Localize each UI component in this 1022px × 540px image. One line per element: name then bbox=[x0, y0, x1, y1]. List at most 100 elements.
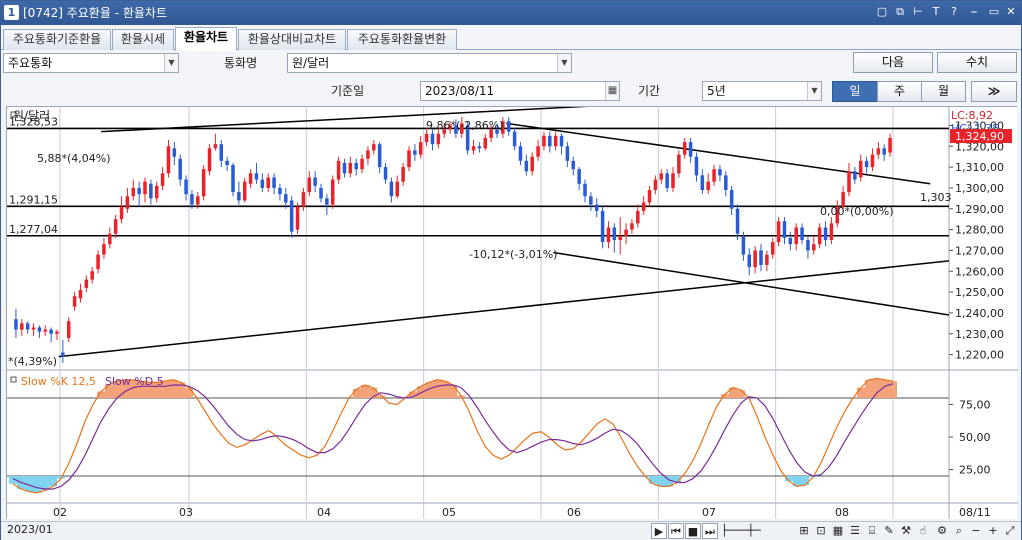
candle-body bbox=[184, 179, 188, 195]
candle-body bbox=[342, 162, 347, 174]
period-weekly-button[interactable]: 주 bbox=[877, 81, 922, 102]
currency-select[interactable]: 원/달러 ▼ bbox=[287, 53, 572, 73]
candle-body bbox=[788, 237, 793, 245]
pencil-icon[interactable]: ✎ bbox=[881, 523, 897, 539]
chevron-down-icon[interactable]: ▼ bbox=[557, 54, 571, 72]
annotation-label: 5,88*(4,04%) bbox=[37, 152, 111, 165]
period-select[interactable]: 5년 ▼ bbox=[702, 81, 822, 101]
candle-body bbox=[254, 173, 259, 180]
chevron-down-icon[interactable]: ▼ bbox=[807, 82, 821, 100]
candle-body bbox=[565, 146, 570, 161]
tab-fx-chart[interactable]: 환율차트 bbox=[175, 27, 237, 51]
candle-body bbox=[149, 183, 153, 199]
candle-body bbox=[401, 167, 405, 182]
candle-body bbox=[366, 150, 370, 159]
play-icon[interactable]: ▶ bbox=[651, 523, 667, 539]
category-select[interactable]: 주요통화 ▼ bbox=[3, 53, 179, 73]
tab-quotes[interactable]: 환율시세 bbox=[112, 29, 174, 50]
tab-fx-convert[interactable]: 주요통화환율변환 bbox=[347, 29, 457, 50]
candle-body bbox=[677, 154, 681, 174]
first-icon[interactable]: ⏮ bbox=[668, 523, 684, 539]
window-title: [0742] 주요환율 - 환율차트 bbox=[23, 6, 167, 20]
text-icon[interactable]: T bbox=[929, 5, 943, 19]
fit-icon[interactable]: ⊞ bbox=[796, 523, 812, 539]
candle-body bbox=[25, 323, 30, 330]
period-daily-button[interactable]: 일 bbox=[832, 81, 878, 102]
calendar-icon[interactable]: ▦ bbox=[605, 82, 619, 100]
x-axis-end-label: 08/11 bbox=[959, 506, 991, 519]
next-button[interactable]: 다음 bbox=[853, 52, 933, 73]
list-icon[interactable]: ☰ bbox=[847, 523, 863, 539]
candle-body bbox=[759, 250, 763, 265]
price-tick-label: 1,260,00 bbox=[955, 265, 1004, 278]
candle-body bbox=[242, 181, 247, 201]
magnify-icon[interactable]: ⌕ bbox=[951, 523, 967, 539]
candle-body bbox=[248, 173, 253, 184]
title-bar[interactable]: 1 [0742] 주요환율 - 환율차트 ▢ ⧉ ⊢ T ? ⎯ ▭ ✕ bbox=[1, 1, 1021, 25]
price-tick-label: 1,270,00 bbox=[955, 244, 1004, 257]
level-label: 1,291,15 bbox=[9, 193, 58, 206]
layout-icon[interactable]: ▢ bbox=[875, 5, 889, 19]
candle-body bbox=[647, 190, 652, 203]
candle-body bbox=[600, 210, 605, 243]
annotation-label: -10,12*(-3,01%) bbox=[469, 248, 557, 261]
tab-base-rate[interactable]: 주요통화기준환율 bbox=[3, 29, 111, 50]
candle-body bbox=[37, 327, 42, 332]
x-axis-label: 05 bbox=[442, 506, 456, 519]
candle-body bbox=[90, 271, 94, 280]
candle-body bbox=[61, 352, 65, 357]
candle-body bbox=[741, 235, 746, 255]
candle-body bbox=[612, 227, 617, 240]
chart-icon[interactable]: ⌸ bbox=[864, 523, 880, 539]
candle-body bbox=[864, 160, 869, 168]
expand-icon[interactable]: ⤢ bbox=[1002, 523, 1018, 539]
x-axis-label: 08 bbox=[835, 506, 849, 519]
chevron-down-icon[interactable]: ▼ bbox=[164, 54, 178, 72]
candle-body bbox=[207, 148, 212, 172]
tool-icon[interactable]: ⚒ bbox=[898, 523, 914, 539]
x-axis-start-label: 2023/01 bbox=[7, 523, 53, 536]
annotation-label: 1,303 bbox=[920, 191, 952, 204]
candle-body bbox=[641, 202, 646, 211]
pin-icon[interactable]: ⊢ bbox=[911, 5, 925, 19]
candle-body bbox=[870, 154, 875, 168]
copy-icon[interactable]: ⧉ bbox=[893, 5, 907, 19]
candle-body bbox=[812, 244, 816, 251]
level-label: 1,328,53 bbox=[9, 115, 58, 128]
candle-body bbox=[225, 160, 229, 165]
annotation-label: 9,86*(-2,86%) bbox=[426, 119, 504, 132]
last-icon[interactable]: ⏭ bbox=[702, 523, 718, 539]
tab-relative-compare[interactable]: 환율상대비교차트 bbox=[238, 29, 346, 50]
price-tick-label: 1,240,00 bbox=[955, 307, 1004, 320]
help-icon[interactable]: ? bbox=[947, 5, 961, 19]
stop-icon[interactable]: ■ bbox=[685, 523, 701, 539]
chart-canvas[interactable]: 1,330,001,320,001,310,001,300,001,290,00… bbox=[7, 107, 1018, 520]
close-icon[interactable]: ✕ bbox=[1004, 5, 1018, 19]
candle-body bbox=[671, 173, 675, 188]
candle-body bbox=[172, 148, 177, 157]
candle-body bbox=[718, 169, 722, 176]
candle-body bbox=[289, 200, 294, 232]
minimize-icon[interactable]: ▭ bbox=[987, 5, 1001, 19]
minus-icon[interactable]: − bbox=[968, 523, 984, 539]
pointer-icon[interactable]: ☝ bbox=[915, 523, 931, 539]
more-button[interactable]: ≫ bbox=[971, 81, 1017, 102]
control-row-1: 주요통화 ▼ 통화명 원/달러 ▼ 다음 수치 bbox=[1, 51, 1021, 75]
zoom-slider[interactable]: ├───┼─ bbox=[721, 523, 791, 539]
candle-body bbox=[301, 192, 306, 207]
status-bar: 2023/01 ▶ ⏮ ■ ⏭ ├───┼─ ⊞ ⊡ ▦ ☰ ⌸ ✎ ⚒ ☝ ⚙… bbox=[1, 521, 1021, 540]
chart-panel[interactable]: 1,330,00 1,320,00 1,310,00 1,300,00 1,290,00… bbox=[6, 106, 1018, 520]
candle-body bbox=[372, 144, 376, 151]
candle-body bbox=[119, 206, 124, 220]
plus-icon[interactable]: + bbox=[985, 523, 1001, 539]
settings-icon[interactable]: ⚙ bbox=[934, 523, 950, 539]
view-icon[interactable]: ⊡ bbox=[813, 523, 829, 539]
candle-body bbox=[295, 206, 300, 230]
value-button[interactable]: 수치 bbox=[937, 52, 1017, 73]
grid-icon[interactable]: ▦ bbox=[830, 523, 846, 539]
candle-body bbox=[237, 192, 241, 201]
candle-body bbox=[413, 150, 417, 155]
date-field[interactable]: 2023/08/11 ▦ bbox=[420, 81, 620, 101]
candle-body bbox=[325, 198, 329, 205]
period-monthly-button[interactable]: 월 bbox=[921, 81, 966, 102]
